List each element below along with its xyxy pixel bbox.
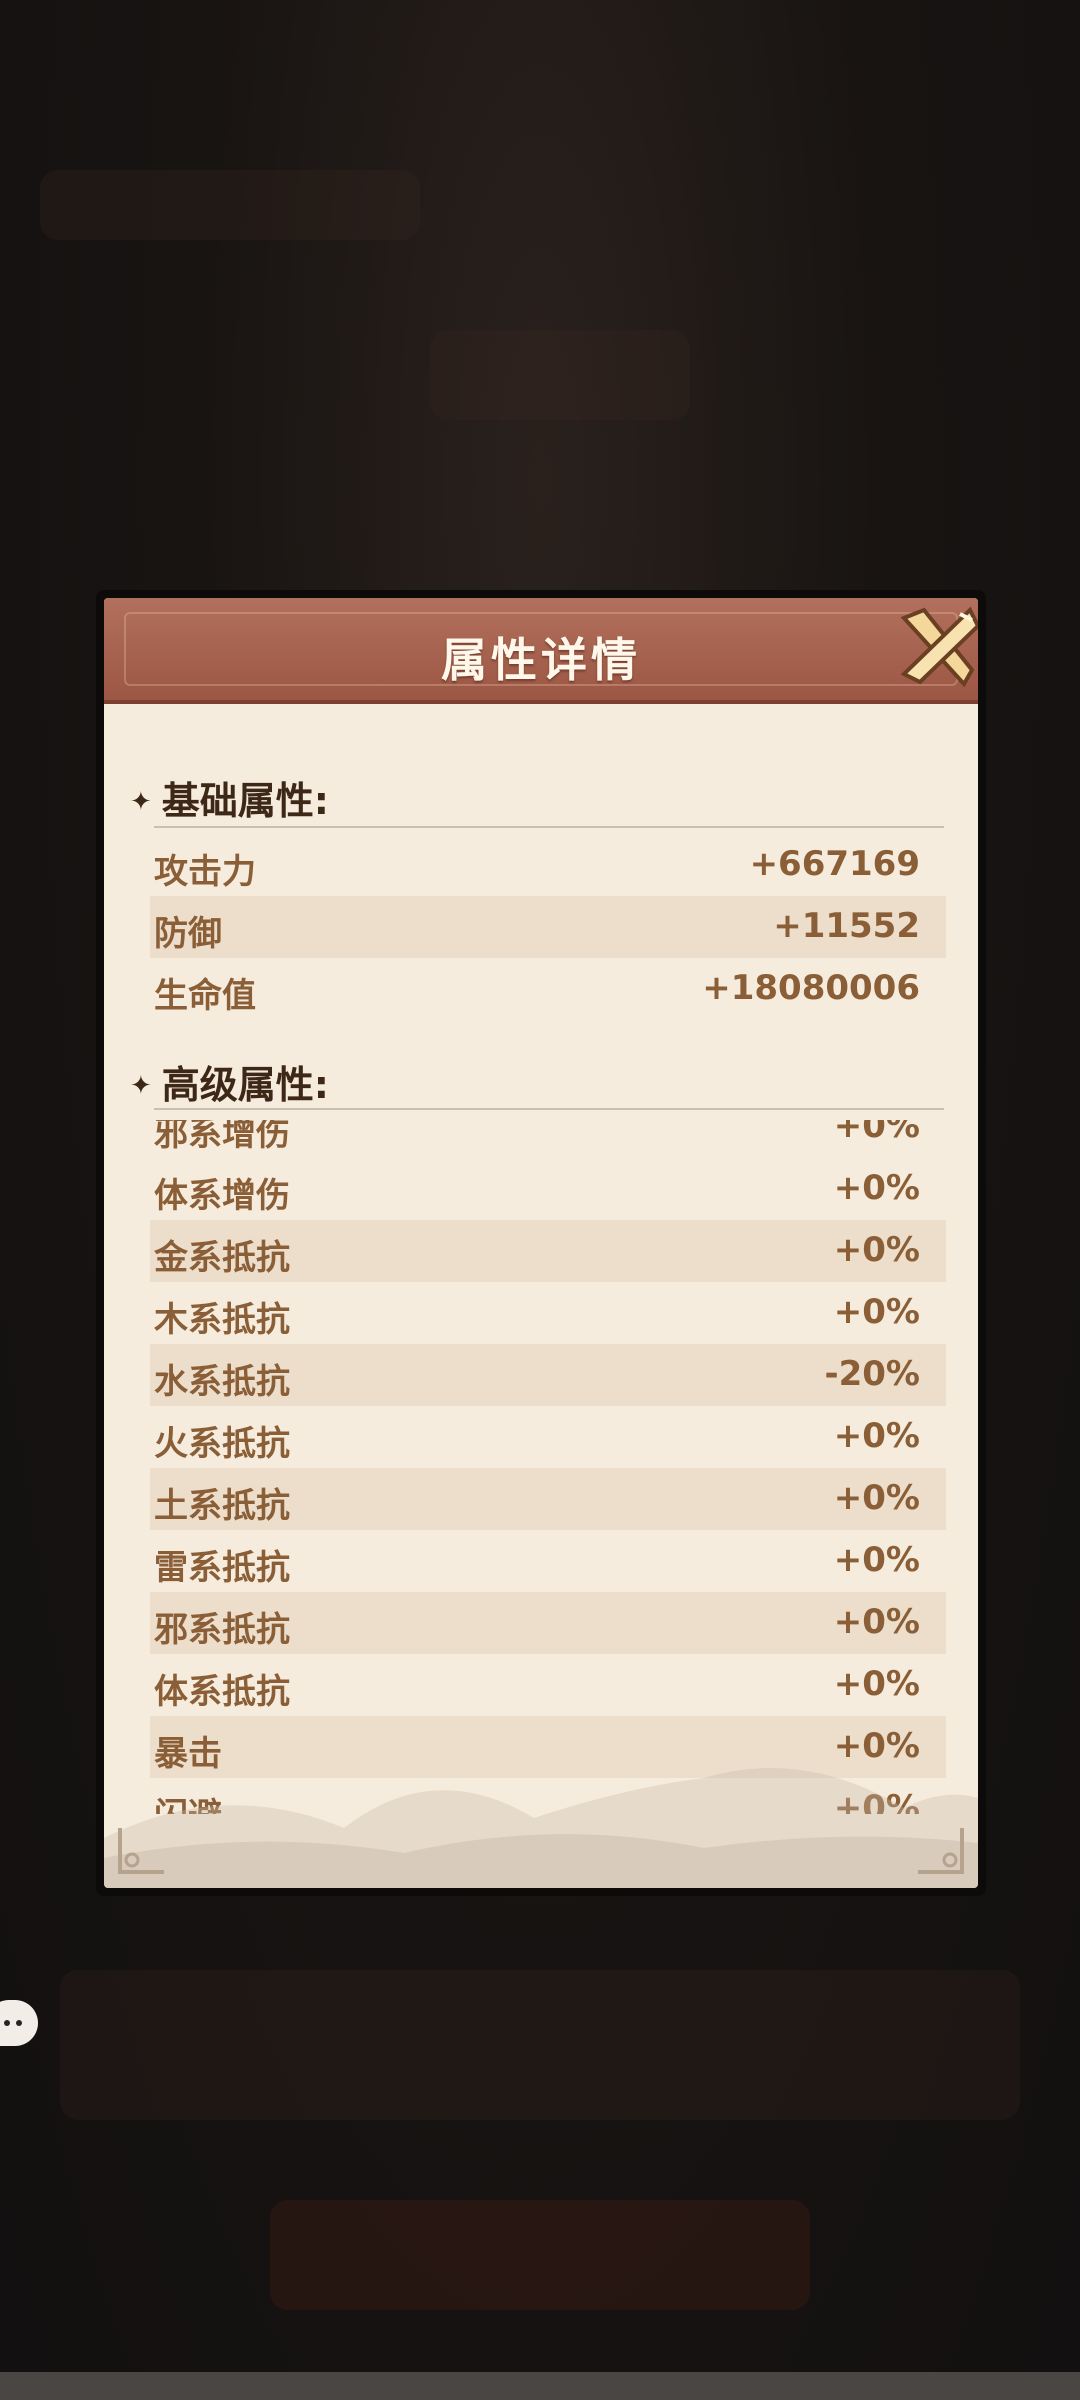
attribute-row: 水系抵抗 -20% [150,1344,946,1406]
attribute-name: 攻击力 [154,852,256,892]
attribute-value: +0% [833,1664,920,1704]
attribute-value: +0% [833,1416,920,1456]
attribute-name: 体系增伤 [154,1176,290,1216]
attribute-name: 雷系抵抗 [154,1548,290,1588]
attribute-row: 防御 +11552 [150,896,946,958]
close-icon [900,606,978,688]
corner-ornament [118,1828,164,1874]
attribute-name: 火系抵抗 [154,1424,290,1464]
attribute-value: +0% [833,1292,920,1332]
sparkle-icon: ✦ [130,787,152,817]
attribute-value: +0% [833,1168,920,1208]
attribute-value: +18080006 [702,968,920,1008]
modal-header: 属性详情 [104,598,978,704]
attribute-name: 邪系增伤 [154,1120,290,1154]
basic-section-title: ✦ 基础属性: [130,779,329,823]
attribute-name: 生命值 [154,976,256,1016]
attribute-name: 木系抵抗 [154,1300,290,1340]
advanced-attribute-list[interactable]: 邪系增伤 +0% 体系增伤 +0% 金系抵抗 +0% 木系抵抗 +0% 水系抵抗 [104,1120,978,1814]
attribute-details-modal: 属性详情 ✦ 基础属性: 攻击力 +667169 防御 +11552 生命值 +1… [96,590,986,1896]
modal-title: 属性详情 [441,633,641,687]
attribute-name: 邪系抵抗 [154,1610,290,1650]
attribute-row: 体系增伤 +0% [150,1158,946,1220]
section-divider [154,1108,944,1110]
attribute-value: +0% [833,1602,920,1642]
attribute-row: 邪系增伤 +0% [150,1120,946,1158]
background-element [40,170,420,240]
attribute-row: 土系抵抗 +0% [150,1468,946,1530]
background-element [430,330,690,420]
attribute-row: 木系抵抗 +0% [150,1282,946,1344]
attribute-value: -20% [824,1354,921,1394]
attribute-value: +11552 [773,906,920,946]
attribute-name: 金系抵抗 [154,1238,290,1278]
attribute-value: +0% [833,1478,920,1518]
attribute-value: +667169 [749,844,920,884]
background-element [270,2200,810,2310]
attribute-row: 火系抵抗 +0% [150,1406,946,1468]
background-element [60,1970,1020,2120]
sparkle-icon: ✦ [130,1071,152,1101]
attribute-value: +0% [833,1540,920,1580]
attribute-row: 生命值 +18080006 [150,958,946,1020]
attribute-row: 体系抵抗 +0% [150,1654,946,1716]
attribute-row: 金系抵抗 +0% [150,1220,946,1282]
corner-ornament [918,1828,964,1874]
attribute-name: 水系抵抗 [154,1362,290,1402]
mountain-decoration [104,1768,978,1888]
section-divider [154,826,944,828]
attribute-value: +0% [833,1230,920,1270]
attribute-name: 防御 [154,914,222,954]
attribute-value: +0% [833,1120,920,1146]
attribute-row: 雷系抵抗 +0% [150,1530,946,1592]
attribute-name: 土系抵抗 [154,1486,290,1526]
bottom-bar [0,2372,1080,2400]
advanced-section-title: ✦ 高级属性: [130,1063,329,1107]
attribute-row: 邪系抵抗 +0% [150,1592,946,1654]
attribute-row: 攻击力 +667169 [150,834,946,896]
attribute-name: 体系抵抗 [154,1672,290,1712]
modal-panel: 属性详情 ✦ 基础属性: 攻击力 +667169 防御 +11552 生命值 +1… [104,598,978,1888]
close-button[interactable] [894,600,978,692]
